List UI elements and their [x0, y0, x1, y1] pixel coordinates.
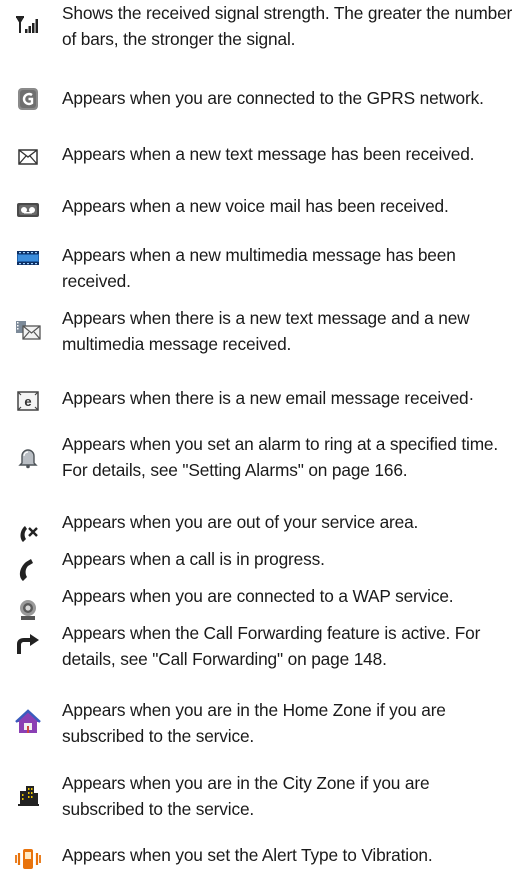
icon-description: Appears when there is a new email messag…: [62, 388, 475, 408]
voice-mail-icon: [14, 196, 42, 224]
no-service-icon: [14, 519, 42, 547]
gprs-icon: [14, 85, 42, 113]
icon-description: Appears when you are in the Home Zone if…: [62, 700, 446, 746]
multimedia-message-icon: [14, 244, 42, 272]
icon-description: Appears when you are connected to a WAP …: [62, 586, 454, 606]
text-and-multimedia-message-icon: [14, 316, 42, 344]
alarm-icon: [14, 443, 42, 471]
city-zone-icon: [14, 781, 42, 809]
wap-icon: [14, 595, 42, 623]
home-zone-icon: [14, 708, 42, 736]
icon-description: Appears when the Call Forwarding feature…: [62, 623, 481, 669]
svg-text:e: e: [24, 394, 31, 409]
signal-strength-icon: [14, 11, 42, 39]
icon-description: Appears when you set an alarm to ring at…: [62, 434, 499, 480]
call-forwarding-icon: [14, 630, 42, 658]
icon-description: Appears when a new voice mail has been r…: [62, 196, 449, 216]
icon-description: Appears when a new multimedia message ha…: [62, 245, 456, 291]
icon-description: Appears when a new text message has been…: [62, 144, 475, 164]
icon-description: Appears when you are out of your service…: [62, 512, 419, 532]
icon-description: Appears when a call is in progress.: [62, 549, 325, 569]
call-in-progress-icon: [14, 556, 42, 584]
icon-description: Appears when you are connected to the GP…: [62, 88, 484, 108]
email-icon: e: [14, 387, 42, 415]
icon-description: Appears when you set the Alert Type to V…: [62, 845, 433, 865]
icon-description: Shows the received signal strength. The …: [62, 3, 513, 49]
icon-description: Appears when you are in the City Zone if…: [62, 773, 430, 819]
icon-description: Appears when there is a new text message…: [62, 308, 470, 354]
text-message-icon: [14, 143, 42, 171]
vibration-icon: [14, 845, 42, 873]
